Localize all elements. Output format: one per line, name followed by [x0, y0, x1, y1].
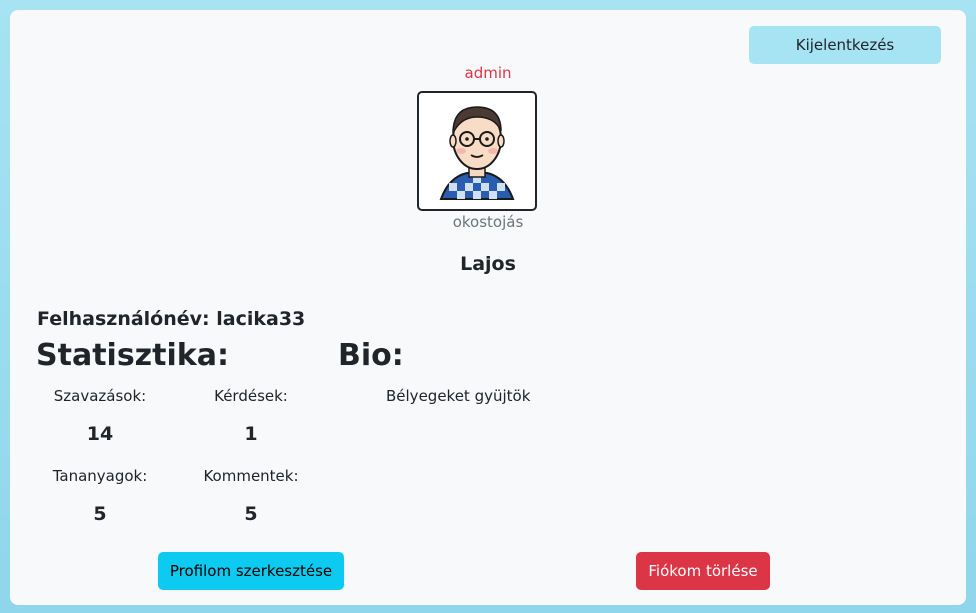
display-name: Lajos — [460, 253, 516, 275]
stat-label: Kérdések: — [214, 387, 288, 405]
stat-value: 14 — [86, 423, 114, 445]
stat-value: 5 — [244, 503, 258, 525]
stat-comments: Kommentek: 5 — [181, 467, 321, 525]
bio-heading: Bio: — [338, 338, 404, 373]
stat-questions: Kérdések: 1 — [181, 387, 321, 445]
username-line: Felhasználónév: lacika33 — [37, 308, 305, 330]
avatar-image — [439, 106, 515, 200]
stat-value: 1 — [244, 423, 258, 445]
username-label: Felhasználónév: — [37, 308, 210, 330]
stat-value: 5 — [93, 503, 107, 525]
delete-account-button[interactable]: Fiókom törlése — [636, 552, 770, 590]
stats-heading: Statisztika: — [36, 338, 229, 373]
stat-label: Kommentek: — [203, 467, 299, 485]
stat-materials: Tananyagok: 5 — [30, 467, 170, 525]
stat-label: Tananyagok: — [52, 467, 148, 485]
stat-votes: Szavazások: 14 — [30, 387, 170, 445]
stat-label: Szavazások: — [53, 387, 147, 405]
avatar — [417, 91, 537, 211]
profile-card: Kijelentkezés admin okostojás Lajos Felh… — [10, 10, 966, 605]
rank-label: okostojás — [452, 213, 524, 231]
role-label: admin — [464, 64, 512, 82]
logout-button[interactable]: Kijelentkezés — [749, 26, 941, 64]
username-value: lacika33 — [216, 308, 306, 330]
bio-text: Bélyegeket gyüjtök — [386, 387, 531, 405]
edit-profile-button[interactable]: Profilom szerkesztése — [158, 552, 344, 590]
